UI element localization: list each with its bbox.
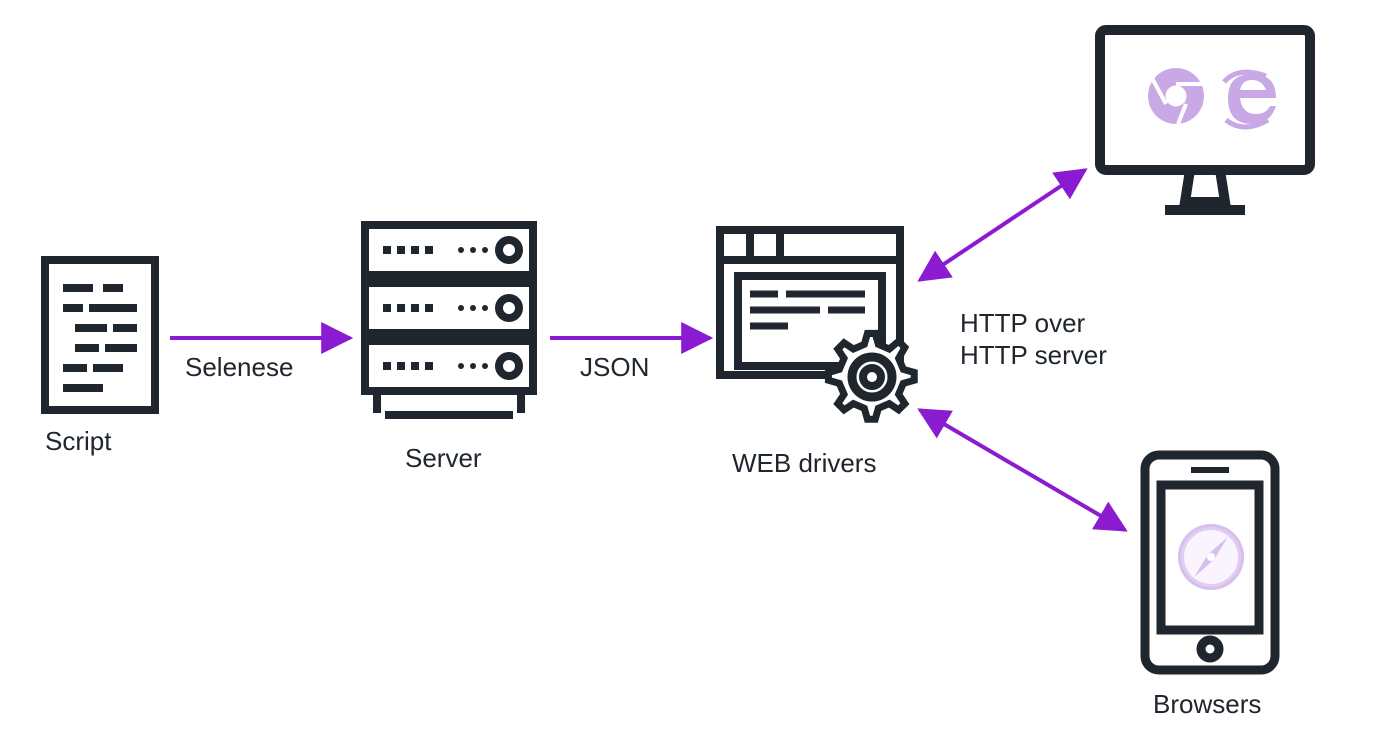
mobile-browser-node: Browsers	[1145, 455, 1275, 719]
monitor-icon	[1100, 30, 1310, 210]
arrow-drivers-desktop	[920, 170, 1085, 280]
browsers-label: Browsers	[1153, 689, 1261, 719]
architecture-diagram: Script	[0, 0, 1400, 750]
edge-label-json: JSON	[580, 352, 649, 382]
edge-label-selenese: Selenese	[185, 352, 293, 382]
server-node: Server	[365, 225, 533, 473]
webdrivers-node: WEB drivers	[720, 230, 914, 478]
chrome-icon	[1148, 68, 1204, 124]
server-label: Server	[405, 443, 482, 473]
arrow-drivers-mobile	[920, 410, 1125, 530]
server-rack-icon	[365, 225, 533, 415]
ie-icon	[1224, 72, 1276, 127]
script-node: Script	[45, 260, 155, 456]
desktop-browser-node	[1100, 30, 1310, 210]
edge-label-http-line2: HTTP server	[960, 340, 1107, 370]
arrow-server-drivers: JSON	[550, 338, 710, 382]
edge-label-http-line1: HTTP over	[960, 308, 1086, 338]
webdrivers-label: WEB drivers	[732, 448, 876, 478]
safari-icon	[1181, 527, 1241, 587]
script-label: Script	[45, 426, 112, 456]
document-icon	[45, 260, 155, 410]
gear-icon	[828, 333, 914, 419]
edge-label-http: HTTP over HTTP server	[960, 308, 1107, 370]
arrow-script-server: Selenese	[170, 338, 350, 382]
